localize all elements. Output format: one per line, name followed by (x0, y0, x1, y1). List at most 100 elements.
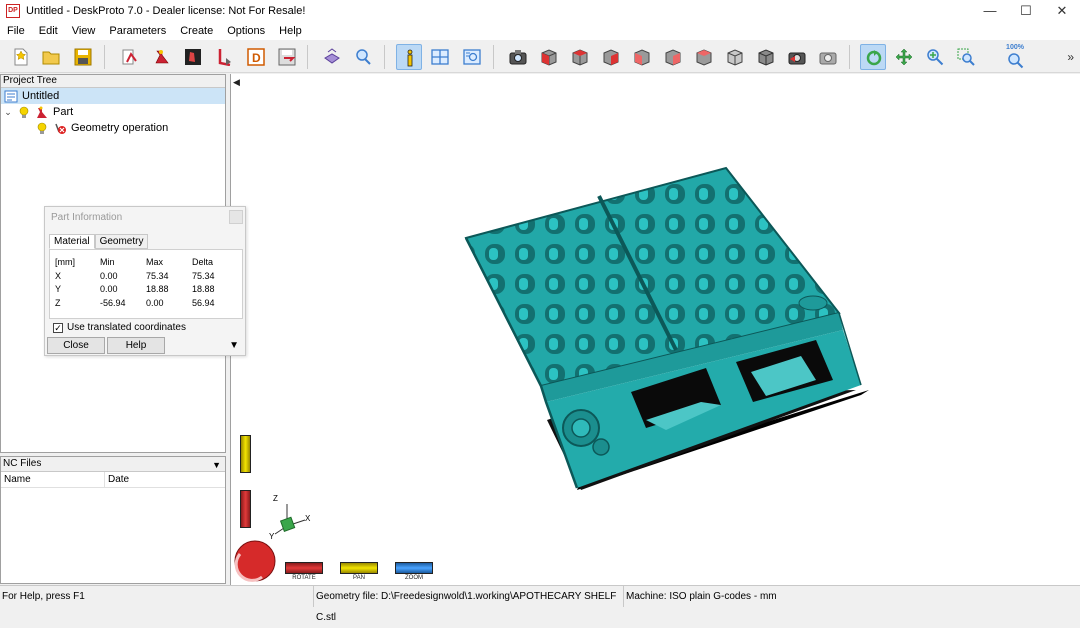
menu-edit[interactable]: Edit (32, 22, 65, 40)
close-button[interactable]: Close (47, 337, 105, 354)
load-geometry-button[interactable] (117, 44, 143, 70)
zoom-in-icon (927, 49, 944, 66)
simulation-button[interactable] (319, 44, 345, 70)
view-top-button[interactable] (567, 44, 593, 70)
camera-back-icon (788, 52, 806, 65)
new-file-icon (14, 48, 28, 66)
lightbulb-icon[interactable] (35, 122, 49, 135)
new-file-button[interactable] (8, 44, 34, 70)
row-axis: Y (55, 284, 62, 294)
tab-material[interactable]: Material (49, 234, 95, 249)
zoom-control[interactable] (395, 562, 433, 574)
snapshot-button[interactable] (505, 44, 531, 70)
nc-files-header: NC Files ▼ (1, 457, 225, 472)
toolpath-icon (218, 49, 231, 66)
collapse-panel-icon[interactable]: ◀ (233, 77, 240, 88)
layout-button[interactable] (427, 44, 453, 70)
menu-view[interactable]: View (65, 22, 103, 40)
row-min: 0.00 (100, 284, 118, 294)
view-next-button[interactable] (815, 44, 841, 70)
part-info-button[interactable] (396, 44, 422, 70)
menu-bar: File Edit View Parameters Create Options… (0, 22, 1080, 40)
rotate-mode-button[interactable] (860, 44, 886, 70)
tab-geometry[interactable]: Geometry (94, 234, 149, 249)
toolpath-button[interactable] (212, 44, 238, 70)
translated-coords-option[interactable]: ✓ Use translated coordinates (53, 322, 186, 333)
view-iso-button[interactable] (536, 44, 562, 70)
lightbulb-icon[interactable] (17, 106, 31, 119)
open-file-button[interactable] (38, 44, 64, 70)
view-previous-button[interactable] (784, 44, 810, 70)
view-perspective-button[interactable] (753, 44, 779, 70)
part-parameters-button[interactable] (149, 44, 175, 70)
zoom-100-button[interactable]: 100% (1002, 44, 1028, 70)
project-tree-header: Project Tree (1, 75, 225, 88)
status-geometry-file: Geometry file: D:\Freedesignwold\1.worki… (314, 586, 624, 623)
rotate-depth-slider[interactable] (240, 490, 251, 528)
operation-parameters-button[interactable] (180, 44, 206, 70)
tree-item-project[interactable]: Untitled (1, 88, 225, 104)
zoom-mode-button[interactable] (922, 44, 948, 70)
chevron-down-icon[interactable]: ⌄ (3, 107, 13, 118)
project-icon (4, 90, 18, 102)
part-parameters-icon (155, 50, 169, 64)
create-nc-button[interactable]: D (243, 44, 269, 70)
axis-x-label: X (305, 514, 311, 523)
translated-coords-checkbox[interactable]: ✓ (53, 322, 63, 333)
row-max: 0.00 (146, 298, 164, 308)
dialog-close-icon[interactable] (229, 210, 243, 224)
dialog-title: Part Information (51, 212, 123, 223)
3d-viewport[interactable]: Z X Y ROTATE PAN ZOOM (230, 74, 1080, 585)
column-name[interactable]: Name (1, 472, 105, 487)
nc-d-icon: D (247, 48, 265, 66)
close-window-button[interactable]: ✕ (1044, 0, 1080, 22)
menu-options[interactable]: Options (220, 22, 272, 40)
pan-mode-button[interactable] (891, 44, 917, 70)
tree-item-part[interactable]: ⌄ Part (1, 104, 225, 120)
dimensions-table: [mm] Min Max Delta X 0.00 75.34 75.34 Y … (49, 249, 243, 319)
save-icon (74, 48, 92, 66)
view-back-button[interactable] (691, 44, 717, 70)
expand-arrow-icon[interactable]: ▼ (229, 340, 239, 351)
row-axis: Z (55, 298, 61, 308)
view-left-button[interactable] (660, 44, 686, 70)
view-settings-button[interactable] (459, 44, 485, 70)
dialog-title-bar[interactable]: Part Information (45, 207, 245, 229)
load-geometry-icon (122, 49, 137, 65)
zoom-depth-slider[interactable] (240, 435, 251, 473)
dropdown-arrow-icon[interactable]: ▼ (212, 458, 221, 472)
menu-file[interactable]: File (0, 22, 32, 40)
operation-parameters-icon (185, 49, 201, 65)
tree-item-geometry-operation[interactable]: Geometry operation (1, 120, 225, 136)
status-help: For Help, press F1 (0, 586, 314, 607)
cube-back-icon (696, 49, 712, 66)
save-nc-button[interactable] (274, 44, 300, 70)
rotate-dial[interactable] (234, 540, 276, 582)
pan-arrows-icon (895, 48, 913, 66)
unit-label: [mm] (55, 257, 75, 267)
info-icon (407, 49, 413, 67)
minimize-button[interactable]: — (972, 0, 1008, 22)
menu-parameters[interactable]: Parameters (102, 22, 173, 40)
maximize-button[interactable]: ☐ (1008, 0, 1044, 22)
menu-help[interactable]: Help (272, 22, 309, 40)
view-bottom-button[interactable] (722, 44, 748, 70)
column-date[interactable]: Date (105, 472, 129, 487)
preview-button[interactable] (350, 44, 376, 70)
view-right-button[interactable] (629, 44, 655, 70)
help-button[interactable]: Help (107, 337, 165, 354)
save-file-button[interactable] (70, 44, 96, 70)
cube-front-icon (603, 49, 619, 66)
menu-create[interactable]: Create (173, 22, 220, 40)
row-max: 75.34 (146, 271, 169, 281)
zoom-window-button[interactable] (953, 44, 979, 70)
window-title: Untitled - DeskProto 7.0 - Dealer licens… (26, 5, 306, 17)
toolbar-overflow-button[interactable]: » (1067, 50, 1074, 64)
pan-control[interactable] (340, 562, 378, 574)
translated-coords-label: Use translated coordinates (67, 322, 186, 333)
rotate-control[interactable] (285, 562, 323, 574)
view-front-button[interactable] (598, 44, 624, 70)
model-view[interactable] (231, 74, 1080, 585)
rotate-label: ROTATE (292, 575, 316, 581)
preview-magnifier-icon (356, 49, 371, 65)
